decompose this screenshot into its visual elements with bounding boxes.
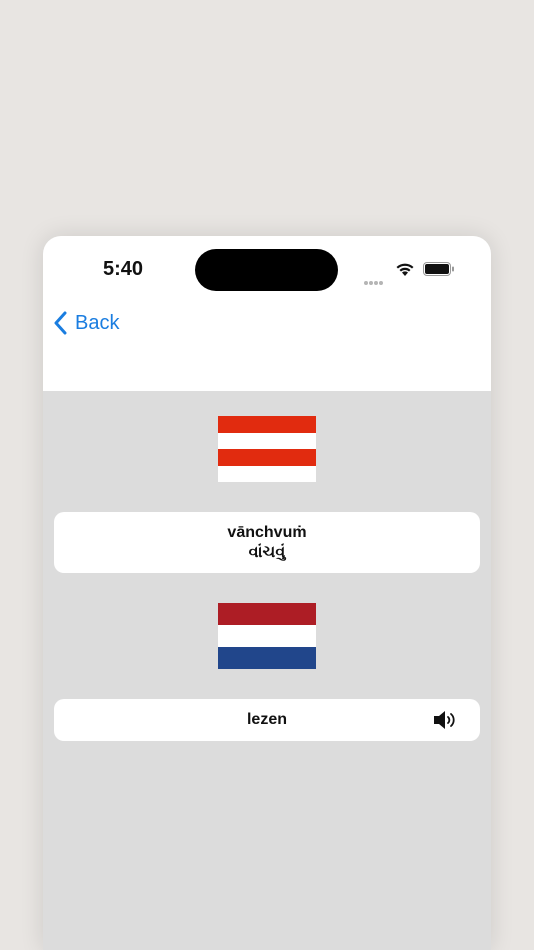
source-transliteration: vānchvuṁ (227, 523, 307, 541)
phone-screen: 5:40 Back vānchvuṁ વાંચવું lezen (43, 236, 491, 950)
battery-icon (423, 262, 454, 276)
speaker-icon[interactable] (432, 709, 458, 731)
austria-flag-icon (218, 416, 316, 482)
status-time: 5:40 (103, 258, 144, 280)
target-word-card: lezen (54, 699, 480, 741)
source-native-script: વાંચવું (248, 543, 286, 561)
source-word-card: vānchvuṁ વાંચવું (54, 512, 480, 573)
navigation-header: 5:40 Back (43, 236, 491, 391)
wifi-icon (396, 263, 414, 276)
netherlands-flag-icon (218, 603, 316, 669)
back-button[interactable]: Back (53, 308, 119, 338)
dynamic-island (195, 249, 338, 291)
target-word: lezen (246, 711, 287, 728)
signal-icon (364, 272, 386, 285)
chevron-left-icon (54, 311, 67, 335)
back-label: Back (75, 311, 120, 334)
